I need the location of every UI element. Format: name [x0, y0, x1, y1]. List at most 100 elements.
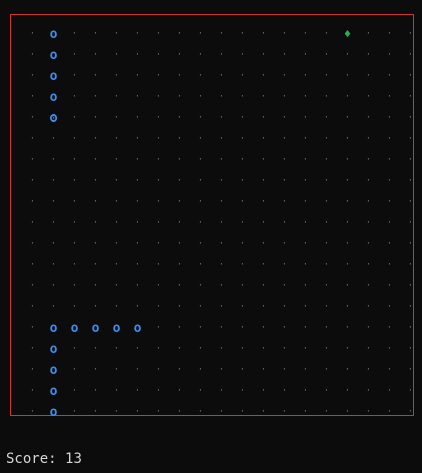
empty-cell: · — [260, 71, 267, 81]
empty-cell: · — [197, 92, 204, 102]
empty-cell: · — [92, 113, 99, 123]
empty-cell: · — [260, 260, 267, 270]
empty-cell: · — [344, 239, 351, 249]
empty-cell: · — [218, 386, 225, 396]
empty-cell: · — [29, 365, 36, 375]
empty-cell: · — [344, 302, 351, 312]
empty-cell: · — [407, 281, 414, 291]
empty-cell: · — [176, 281, 183, 291]
empty-cell: · — [176, 323, 183, 333]
empty-cell: · — [323, 365, 330, 375]
empty-cell: · — [197, 302, 204, 312]
empty-cell: · — [386, 155, 393, 165]
empty-cell: · — [155, 71, 162, 81]
empty-cell: · — [323, 50, 330, 60]
empty-cell: · — [302, 386, 309, 396]
empty-cell: · — [239, 155, 246, 165]
empty-cell: · — [197, 323, 204, 333]
empty-cell: · — [365, 176, 372, 186]
empty-cell: · — [281, 344, 288, 354]
empty-cell: · — [365, 239, 372, 249]
empty-cell: · — [197, 239, 204, 249]
empty-cell: · — [134, 134, 141, 144]
snake-segment: o — [91, 321, 100, 336]
empty-cell: · — [176, 50, 183, 60]
empty-cell: · — [260, 407, 267, 417]
empty-cell: · — [218, 323, 225, 333]
empty-cell: · — [260, 113, 267, 123]
empty-cell: · — [218, 344, 225, 354]
empty-cell: · — [134, 239, 141, 249]
empty-cell: · — [71, 176, 78, 186]
empty-cell: · — [302, 281, 309, 291]
empty-cell: · — [29, 386, 36, 396]
empty-cell: · — [365, 71, 372, 81]
empty-cell: · — [155, 407, 162, 417]
empty-cell: · — [386, 92, 393, 102]
empty-cell: · — [71, 155, 78, 165]
empty-cell: · — [155, 218, 162, 228]
empty-cell: · — [92, 176, 99, 186]
empty-cell: · — [155, 260, 162, 270]
empty-cell: · — [407, 134, 414, 144]
empty-cell: · — [281, 386, 288, 396]
empty-cell: · — [260, 323, 267, 333]
empty-cell: · — [260, 134, 267, 144]
empty-cell: · — [218, 71, 225, 81]
empty-cell: · — [155, 197, 162, 207]
empty-cell: · — [281, 197, 288, 207]
empty-cell: · — [344, 176, 351, 186]
empty-cell: · — [239, 71, 246, 81]
empty-cell: · — [113, 92, 120, 102]
empty-cell: · — [302, 113, 309, 123]
empty-cell: · — [344, 218, 351, 228]
empty-cell: · — [344, 281, 351, 291]
empty-cell: · — [155, 386, 162, 396]
empty-cell: · — [365, 155, 372, 165]
empty-cell: · — [218, 134, 225, 144]
empty-cell: · — [134, 50, 141, 60]
empty-cell: · — [134, 218, 141, 228]
empty-cell: · — [176, 113, 183, 123]
empty-cell: · — [365, 113, 372, 123]
empty-cell: · — [92, 302, 99, 312]
empty-cell: · — [71, 218, 78, 228]
empty-cell: · — [239, 323, 246, 333]
empty-cell: · — [302, 92, 309, 102]
empty-cell: · — [155, 365, 162, 375]
empty-cell: · — [92, 197, 99, 207]
empty-cell: · — [176, 407, 183, 417]
empty-cell: · — [155, 281, 162, 291]
empty-cell: · — [218, 218, 225, 228]
empty-cell: · — [176, 302, 183, 312]
empty-cell: · — [155, 134, 162, 144]
empty-cell: · — [281, 113, 288, 123]
empty-cell: · — [323, 113, 330, 123]
empty-cell: · — [260, 365, 267, 375]
empty-cell: · — [176, 218, 183, 228]
empty-cell: · — [407, 344, 414, 354]
empty-cell: · — [260, 50, 267, 60]
empty-cell: · — [29, 281, 36, 291]
empty-cell: · — [71, 281, 78, 291]
empty-cell: · — [113, 50, 120, 60]
empty-cell: · — [386, 50, 393, 60]
empty-cell: · — [260, 197, 267, 207]
empty-cell: · — [92, 386, 99, 396]
empty-cell: · — [260, 218, 267, 228]
empty-cell: · — [302, 407, 309, 417]
empty-cell: · — [239, 176, 246, 186]
empty-cell: · — [29, 113, 36, 123]
empty-cell: · — [281, 218, 288, 228]
empty-cell: · — [386, 71, 393, 81]
empty-cell: · — [365, 92, 372, 102]
empty-cell: · — [29, 260, 36, 270]
empty-cell: · — [29, 50, 36, 60]
snake-segment: o — [49, 27, 58, 42]
empty-cell: · — [407, 197, 414, 207]
empty-cell: · — [218, 407, 225, 417]
empty-cell: · — [29, 302, 36, 312]
empty-cell: · — [302, 50, 309, 60]
empty-cell: · — [323, 323, 330, 333]
empty-cell: · — [344, 71, 351, 81]
